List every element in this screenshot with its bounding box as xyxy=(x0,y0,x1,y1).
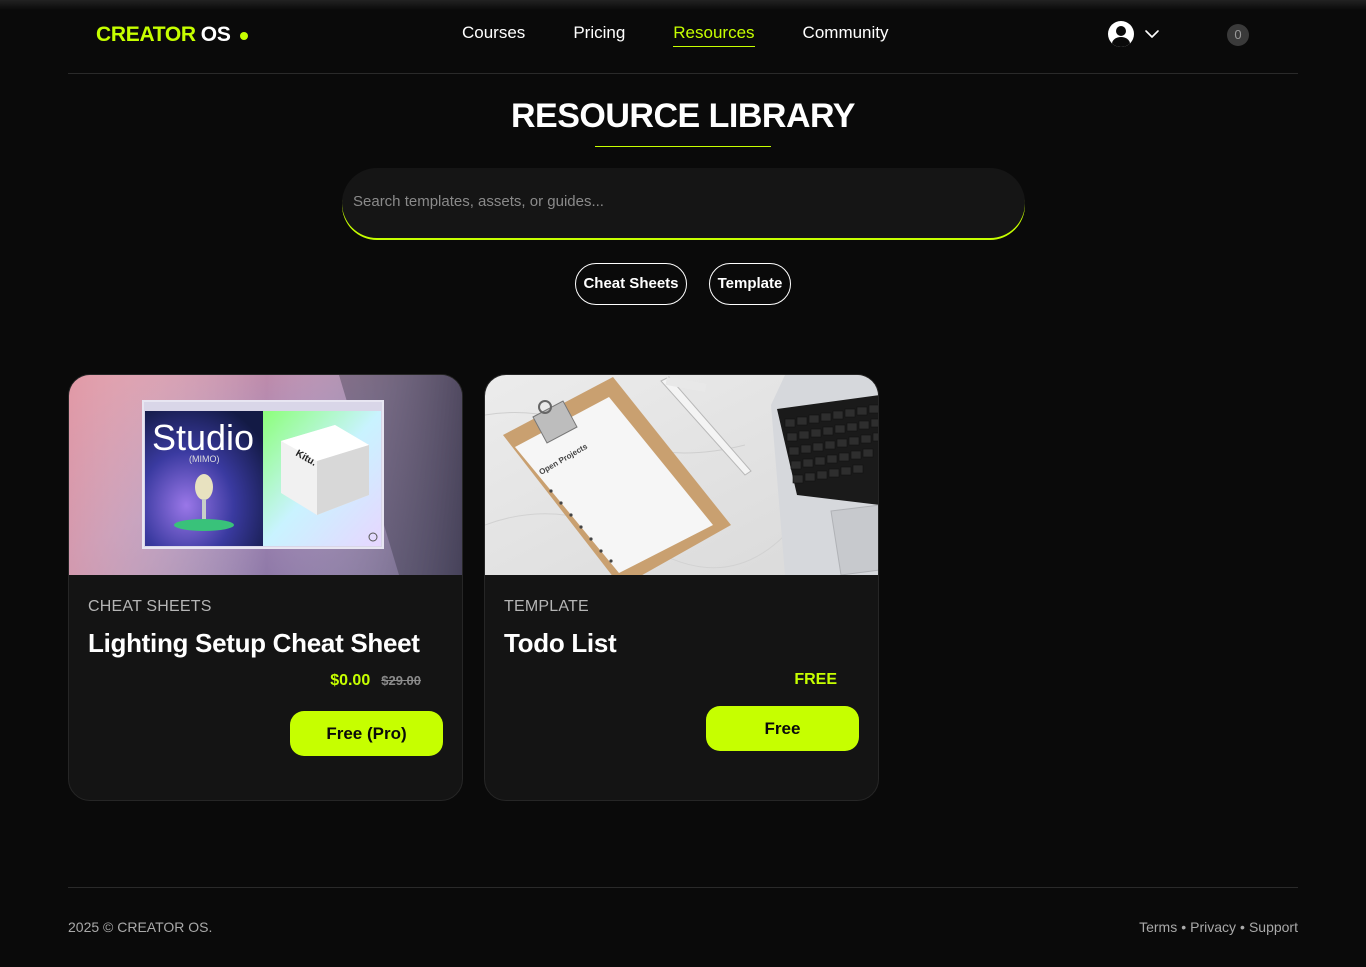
nav-resources[interactable]: Resources xyxy=(673,22,755,47)
thumb-headline: Studio xyxy=(152,417,254,458)
nav-pricing[interactable]: Pricing xyxy=(573,22,625,46)
card-thumbnail-studio: Studio (MIMO) Kitu. xyxy=(69,375,462,575)
search-input[interactable] xyxy=(342,168,1025,234)
filter-chips: Cheat Sheets Template xyxy=(575,263,791,305)
card-price-free: FREE xyxy=(794,671,837,688)
card-category: CHEAT SHEETS xyxy=(88,598,212,615)
footer-divider xyxy=(68,887,1298,888)
filter-chip-template[interactable]: Template xyxy=(709,263,791,305)
user-circle-icon[interactable] xyxy=(1108,21,1134,47)
card-price-row: $0.00 $29.00 xyxy=(330,672,421,690)
footer-separator: • xyxy=(1181,919,1187,935)
card-category: TEMPLATE xyxy=(504,598,589,615)
card-thumbnail-clipboard: Open Projects xyxy=(485,375,878,575)
card-title[interactable]: Todo List xyxy=(504,628,617,659)
main-nav: Courses Pricing Resources Community xyxy=(462,22,889,47)
brand-dot xyxy=(239,31,248,40)
get-free-pro-button[interactable]: Free (Pro) xyxy=(290,711,443,756)
nav-courses[interactable]: Courses xyxy=(462,22,525,46)
thumb-subline: (MIMO) xyxy=(189,454,220,464)
site-header: CREATOR OS Courses Pricing Resources Com… xyxy=(68,0,1298,74)
cart-count-badge[interactable]: 0 xyxy=(1227,24,1249,46)
filter-chip-cheat-sheets[interactable]: Cheat Sheets xyxy=(575,263,687,305)
footer-link-terms[interactable]: Terms xyxy=(1139,919,1177,935)
brand-name-secondary: OS xyxy=(200,23,231,46)
card-title[interactable]: Lighting Setup Cheat Sheet xyxy=(88,628,420,659)
page-title: RESOURCE LIBRARY xyxy=(511,97,856,135)
chevron-down-icon[interactable] xyxy=(1144,26,1160,42)
footer-link-support[interactable]: Support xyxy=(1249,919,1298,935)
footer-links: Terms • Privacy • Support xyxy=(1139,919,1298,935)
card-old-price: $29.00 xyxy=(381,673,421,688)
search-bar xyxy=(342,168,1025,238)
card-price: $0.00 xyxy=(330,672,371,689)
footer-link-privacy[interactable]: Privacy xyxy=(1190,919,1236,935)
get-free-button[interactable]: Free xyxy=(706,706,859,751)
nav-community[interactable]: Community xyxy=(803,22,889,46)
avatar-body xyxy=(1112,37,1130,47)
footer-copyright: 2025 © CREATOR OS. xyxy=(68,919,213,935)
avatar-head xyxy=(1116,26,1126,36)
resource-card-lighting-setup[interactable]: Studio (MIMO) Kitu. CHEAT SHEETS Lightin… xyxy=(68,374,463,801)
resource-card-todo-list[interactable]: Open Projects TEMPLATE Todo List FREE Fr… xyxy=(484,374,879,801)
brand-name-primary: CREATOR xyxy=(96,23,196,46)
title-underline xyxy=(595,146,771,147)
user-menu[interactable] xyxy=(1108,21,1160,47)
brand-logo[interactable]: CREATOR OS xyxy=(96,22,248,48)
footer-separator: • xyxy=(1240,919,1245,935)
